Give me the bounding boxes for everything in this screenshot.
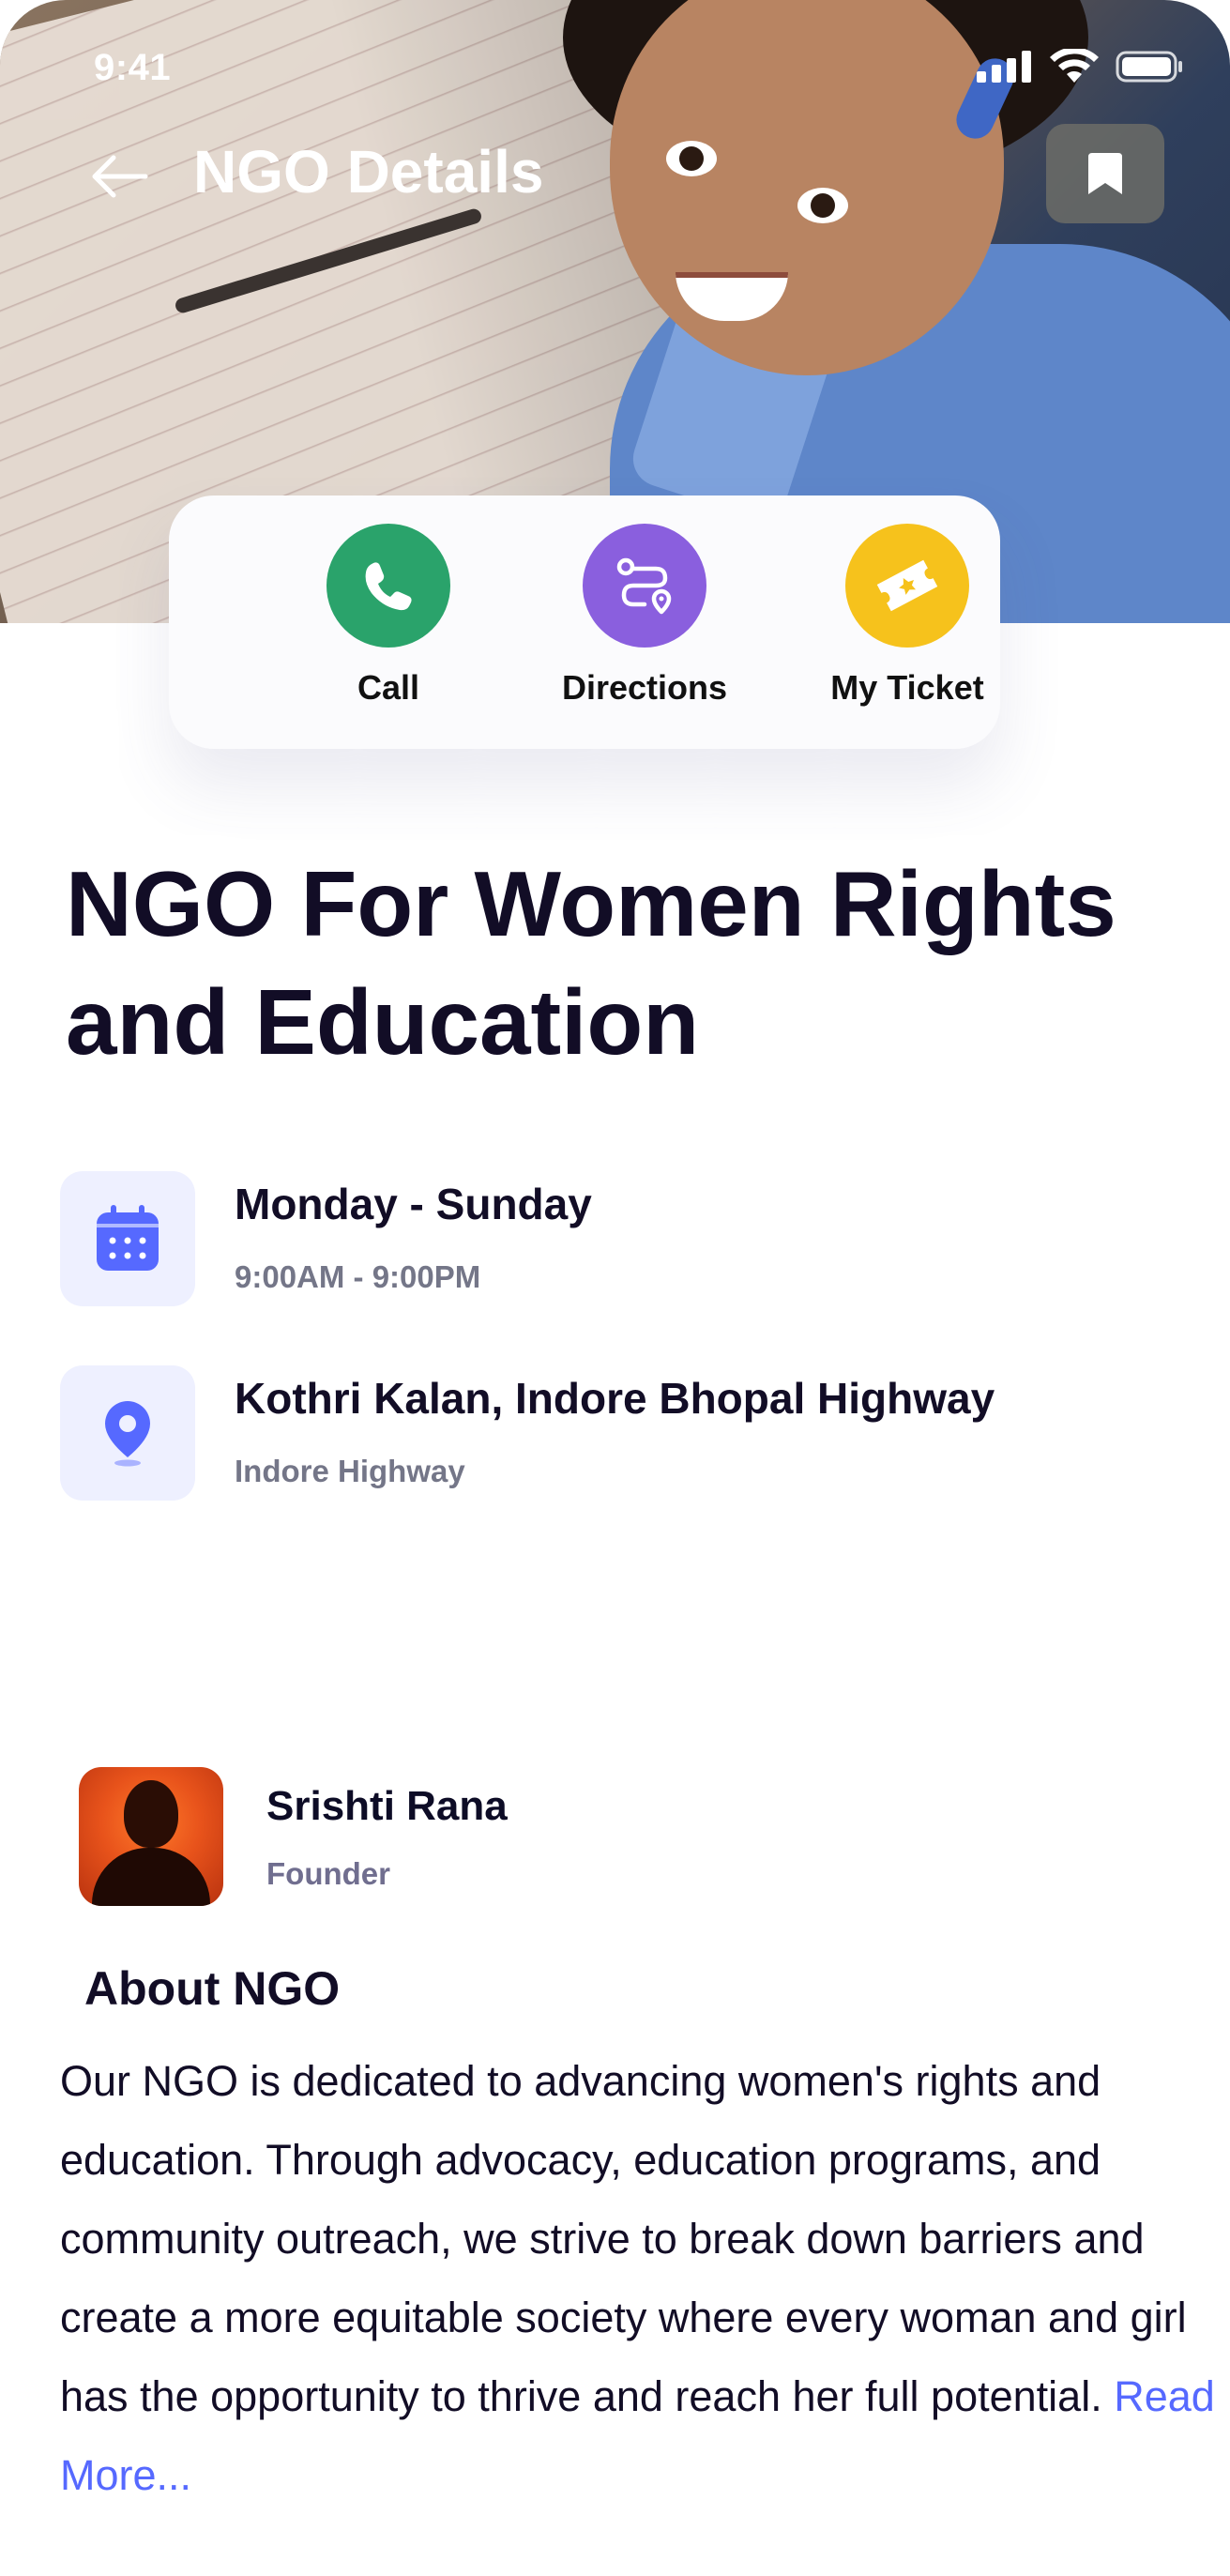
wifi-icon bbox=[1050, 49, 1099, 83]
back-button[interactable] bbox=[86, 150, 152, 203]
location-pin-icon bbox=[105, 1401, 150, 1467]
ticket-icon bbox=[876, 559, 938, 612]
page-title: NGO Details bbox=[193, 138, 544, 206]
action-card: Call Directions My Ticket bbox=[169, 495, 1000, 749]
child-eye-right bbox=[797, 188, 848, 223]
directions-label: Directions bbox=[561, 668, 728, 707]
directions-button[interactable]: Directions bbox=[541, 524, 748, 708]
schedule-days: Monday - Sunday bbox=[235, 1180, 592, 1228]
founder-avatar[interactable] bbox=[79, 1767, 223, 1906]
route-icon bbox=[616, 557, 672, 615]
bookmark-icon bbox=[1088, 153, 1122, 194]
arrow-left-icon bbox=[92, 155, 148, 198]
founder-name[interactable]: Srishti Rana bbox=[266, 1783, 508, 1830]
child-eye-left bbox=[666, 141, 717, 176]
about-title: About NGO bbox=[84, 1962, 341, 2015]
schedule-icon-box bbox=[60, 1171, 195, 1306]
schedule-hours: 9:00AM - 9:00PM bbox=[235, 1259, 481, 1294]
about-text: Our NGO is dedicated to advancing women'… bbox=[60, 2042, 1223, 2515]
avatar-head bbox=[124, 1780, 178, 1848]
location-address: Kothri Kalan, Indore Bhopal Highway bbox=[235, 1374, 995, 1423]
phone-icon bbox=[365, 562, 412, 611]
schedule-row: Monday - Sunday 9:00AM - 9:00PM bbox=[60, 1171, 1167, 1306]
status-icons bbox=[977, 49, 1183, 84]
location-area: Indore Highway bbox=[235, 1454, 465, 1488]
cellular-signal-icon bbox=[977, 51, 1031, 83]
ngo-title: NGO For Women Rights and Education bbox=[66, 852, 1116, 1074]
about-body: Our NGO is dedicated to advancing women'… bbox=[60, 2057, 1187, 2420]
bookmark-button[interactable] bbox=[1046, 124, 1164, 223]
my-ticket-label: My Ticket bbox=[830, 668, 984, 707]
my-ticket-button[interactable]: My Ticket bbox=[804, 524, 1010, 708]
location-row[interactable]: Kothri Kalan, Indore Bhopal Highway Indo… bbox=[60, 1365, 1167, 1501]
ngo-details-screen: 9:41 NGO Details Call Directions My Tick… bbox=[0, 0, 1230, 2576]
avatar-shoulders bbox=[92, 1848, 210, 1906]
call-icon-circle bbox=[326, 524, 450, 648]
calendar-icon bbox=[97, 1205, 159, 1271]
directions-icon-circle bbox=[583, 524, 706, 648]
status-time: 9:41 bbox=[94, 47, 172, 88]
call-button[interactable]: Call bbox=[285, 524, 492, 708]
location-icon-box bbox=[60, 1365, 195, 1501]
ticket-icon-circle bbox=[845, 524, 969, 648]
founder-role: Founder bbox=[266, 1856, 390, 1891]
call-label: Call bbox=[357, 668, 420, 707]
battery-icon bbox=[1116, 51, 1182, 83]
